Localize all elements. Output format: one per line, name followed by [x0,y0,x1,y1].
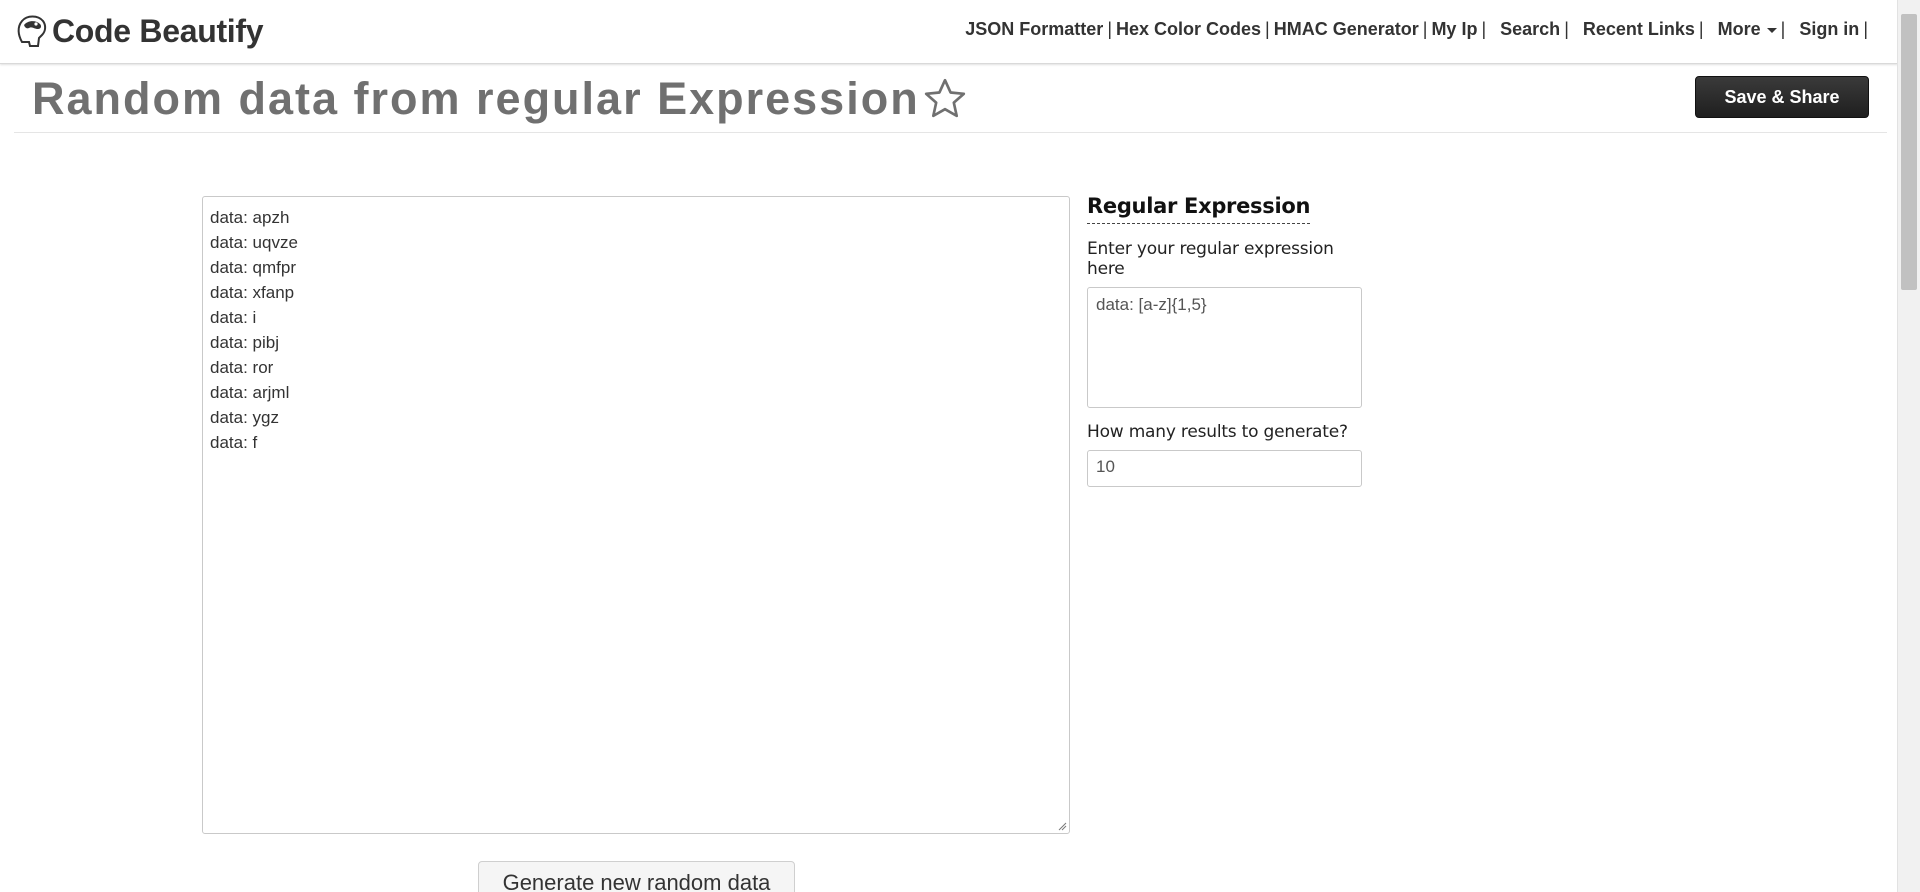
nav-hmac-generator[interactable]: HMAC Generator [1274,19,1419,40]
page-scrollbar[interactable] [1897,0,1920,892]
nav-hex-color-codes[interactable]: Hex Color Codes [1116,19,1261,40]
title-bar: Random data from regular Expression Save… [14,64,1887,133]
generate-button[interactable]: Generate new random data [478,861,795,892]
resize-grip-icon[interactable] [1057,821,1067,831]
page-title: Random data from regular Expression [32,73,968,125]
nav-json-formatter[interactable]: JSON Formatter [965,19,1103,40]
logo-text: Code Beautify [52,12,264,49]
output-line: data: ror [210,358,274,377]
output-line: data: pibj [210,333,279,352]
code-beautify-logo-icon [17,15,47,47]
output-line: data: qmfpr [210,258,296,277]
output-line: data: ygz [210,408,279,427]
output-line: data: apzh [210,208,290,227]
nav-more-label: More [1717,19,1761,39]
regex-panel-heading: Regular Expression [1087,194,1310,224]
output-line: data: xfanp [210,283,295,302]
page-title-text: Random data from regular Expression [32,73,920,124]
caret-down-icon [1766,27,1777,33]
star-outline-icon[interactable] [922,76,968,122]
top-header: Code Beautify JSON Formatter | Hex Color… [0,0,1898,64]
site-logo[interactable]: Code Beautify [12,8,264,54]
nav-separator: | [1863,19,1868,39]
output-line: data: uqvze [210,233,298,252]
save-share-button[interactable]: Save & Share [1695,76,1869,118]
regex-options-panel: Regular Expression Enter your regular ex… [1087,194,1362,487]
output-line: data: arjml [210,383,290,402]
scrollbar-thumb[interactable] [1901,14,1917,290]
nav-separator: | [1265,19,1270,39]
output-line: data: i [210,308,257,327]
page: Code Beautify JSON Formatter | Hex Color… [0,0,1920,892]
output-textarea[interactable]: data: apzh data: uqvze data: qmfpr data:… [202,196,1070,834]
nav-my-ip[interactable]: My Ip [1431,19,1477,40]
output-line: data: f [210,433,258,452]
nav-separator: | [1422,19,1428,39]
regex-input[interactable]: data: [a-z]{1,5} [1087,287,1362,408]
nav-search[interactable]: Search [1500,19,1560,40]
nav-separator: | [1564,19,1569,39]
regex-input-label: Enter your regular expression here [1087,239,1334,279]
nav-separator: | [1780,19,1786,39]
nav-separator: | [1107,19,1112,39]
nav-separator: | [1698,19,1704,39]
nav-more[interactable]: More [1718,19,1777,40]
nav-recent-links[interactable]: Recent Links [1583,19,1695,40]
result-count-input[interactable]: 10 [1087,450,1362,487]
result-count-label: How many results to generate? [1087,422,1348,442]
top-navigation: JSON Formatter | Hex Color Codes | HMAC … [965,19,1872,40]
nav-separator: | [1481,19,1487,39]
nav-sign-in[interactable]: Sign in [1799,19,1859,40]
